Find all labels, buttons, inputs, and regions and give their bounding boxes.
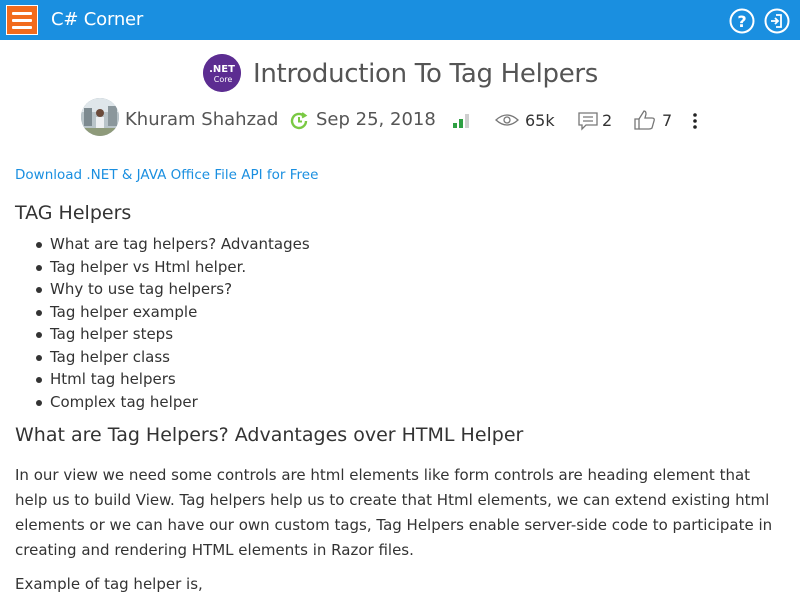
- difficulty-level-icon: [453, 114, 469, 128]
- views-count: 65k: [525, 111, 555, 130]
- dotnet-core-logo: .NET Core: [203, 54, 241, 92]
- author-avatar[interactable]: [81, 98, 119, 136]
- logo-text-top: .NET: [209, 64, 235, 75]
- more-options-icon[interactable]: [689, 112, 701, 130]
- thumbs-up-icon[interactable]: [633, 109, 657, 131]
- hamburger-icon-line: [12, 12, 32, 15]
- list-item: Tag helper vs Html helper.: [36, 256, 310, 279]
- list-item: What are tag helpers? Advantages: [36, 233, 310, 256]
- updated-clock-icon: [290, 112, 308, 130]
- section-heading: What are Tag Helpers? Advantages over HT…: [15, 424, 524, 446]
- question-circle-icon[interactable]: ?: [729, 8, 755, 34]
- body-paragraph: In our view we need some controls are ht…: [15, 466, 773, 559]
- list-item: Html tag helpers: [36, 368, 310, 391]
- body-paragraph: Example of tag helper is,: [15, 575, 203, 593]
- hamburger-icon-line: [12, 26, 32, 29]
- section-heading: TAG Helpers: [15, 202, 132, 224]
- login-icon[interactable]: [764, 8, 790, 34]
- list-item: Why to use tag helpers?: [36, 278, 310, 301]
- author-name[interactable]: Khuram Shahzad: [125, 109, 278, 130]
- svg-text:?: ?: [737, 12, 746, 31]
- menu-button[interactable]: [6, 5, 38, 35]
- list-item: Tag helper steps: [36, 323, 310, 346]
- publish-date: Sep 25, 2018: [316, 109, 436, 130]
- article-title: Introduction To Tag Helpers: [253, 59, 599, 89]
- views-eye-icon: [495, 114, 519, 126]
- comments-count[interactable]: 2: [602, 111, 612, 130]
- hamburger-icon-line: [12, 19, 32, 22]
- site-brand[interactable]: C# Corner: [51, 9, 143, 30]
- sponsored-link[interactable]: Download .NET & JAVA Office File API for…: [15, 167, 318, 183]
- likes-count[interactable]: 7: [662, 111, 672, 130]
- list-item: Tag helper class: [36, 346, 310, 369]
- comment-icon[interactable]: [577, 111, 599, 131]
- logo-text-bottom: Core: [214, 75, 233, 84]
- list-item: Tag helper example: [36, 301, 310, 324]
- list-item: Complex tag helper: [36, 391, 310, 414]
- table-of-contents: What are tag helpers? Advantages Tag hel…: [36, 233, 310, 414]
